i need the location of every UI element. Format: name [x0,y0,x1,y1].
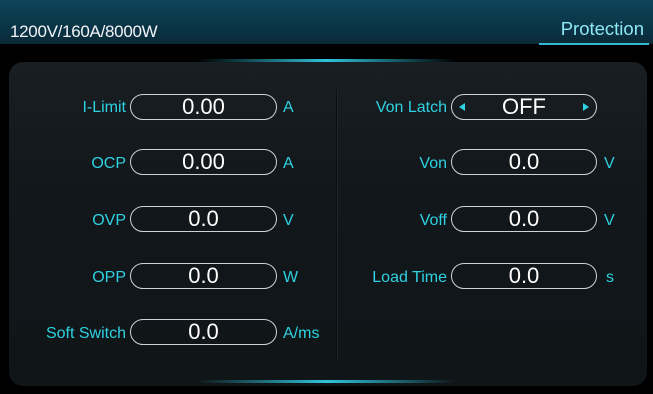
device-model: 1200V/160A/8000W [10,22,158,41]
ocp-field[interactable]: 0.00 [130,149,277,175]
ilimit-label: I-Limit [82,99,126,116]
opp-label: OPP [92,269,126,286]
page-title-underline [539,43,649,45]
opp-field[interactable]: 0.0 [130,263,277,289]
von-label: Von [419,155,447,172]
ilimit-unit: A [283,99,294,116]
voff-field[interactable]: 0.0 [451,206,597,232]
top-bar: 1200V/160A/8000W Protection [0,0,653,45]
voff-unit: V [604,212,615,229]
chevron-right-icon[interactable] [583,103,589,111]
von-unit: V [604,155,615,172]
page-title[interactable]: Protection [561,18,644,40]
ocp-unit: A [283,155,294,172]
load-time-field[interactable]: 0.0 [451,263,597,289]
load-time-unit: s [606,269,614,286]
von-latch-label: Von Latch [375,99,447,116]
panel-bottom-glow [196,380,457,383]
von-field[interactable]: 0.0 [451,149,597,175]
load-time-label: Load Time [372,269,447,286]
column-divider [336,90,337,360]
ovp-unit: V [283,212,294,229]
panel-top-glow [196,59,457,62]
von-latch-value: OFF [502,94,546,119]
soft-switch-field[interactable]: 0.0 [130,319,277,345]
soft-switch-label: Soft Switch [45,325,126,342]
ovp-field[interactable]: 0.0 [130,206,277,232]
opp-unit: W [283,269,299,286]
ovp-label: OVP [92,212,126,229]
von-latch-selector[interactable]: OFF [451,94,597,120]
soft-switch-unit: A/ms [283,325,320,342]
voff-label: Voff [419,212,447,229]
ocp-label: OCP [91,155,126,172]
ilimit-field[interactable]: 0.00 [130,94,277,120]
